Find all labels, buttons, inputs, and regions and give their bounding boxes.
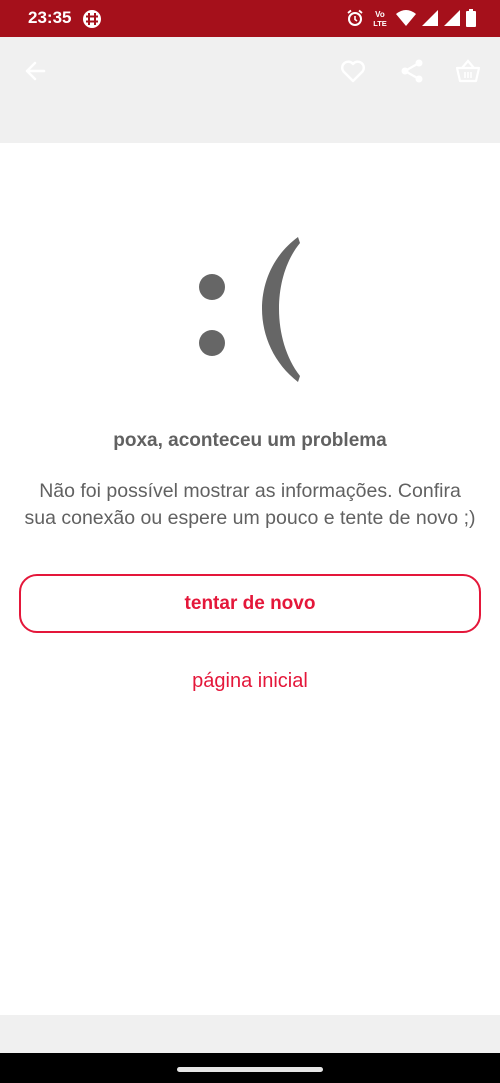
toolbar: [0, 37, 500, 143]
volte-icon: Vo LTE: [370, 8, 390, 33]
error-message-line: Não foi possível mostrar as informações.…: [39, 480, 461, 502]
error-headline: poxa, aconteceu um problema: [113, 430, 387, 451]
signal-icon: [422, 10, 438, 31]
share-icon[interactable]: [398, 57, 426, 85]
status-time: 23:35: [28, 8, 72, 27]
status-icons: Vo LTE: [346, 8, 476, 33]
retry-button[interactable]: tentar de novo: [19, 574, 481, 633]
heart-icon[interactable]: [339, 57, 367, 85]
status-bar: 23:35 Vo LTE: [0, 0, 500, 37]
volte-label-vo: Vo: [375, 10, 385, 19]
home-gesture-handle[interactable]: [177, 1067, 323, 1072]
wifi-icon: [396, 9, 416, 32]
battery-icon: [466, 9, 476, 32]
retry-button-label: tentar de novo: [184, 592, 316, 614]
sad-face-emoticon: [0, 220, 500, 390]
bottom-bar: [0, 1015, 500, 1053]
app-notification-icon: [82, 9, 102, 34]
signal-icon: [444, 10, 460, 31]
home-page-link[interactable]: página inicial: [0, 670, 500, 693]
error-message: Não foi possível mostrar as informações.…: [0, 478, 500, 532]
volte-label-lte: LTE: [373, 19, 387, 28]
error-message-line: sua conexão ou espere um pouco e tente d…: [24, 507, 476, 529]
basket-icon[interactable]: [454, 57, 482, 85]
system-navigation-bar: [0, 1053, 500, 1083]
back-arrow-icon[interactable]: [22, 57, 50, 85]
alarm-icon: [346, 9, 364, 32]
